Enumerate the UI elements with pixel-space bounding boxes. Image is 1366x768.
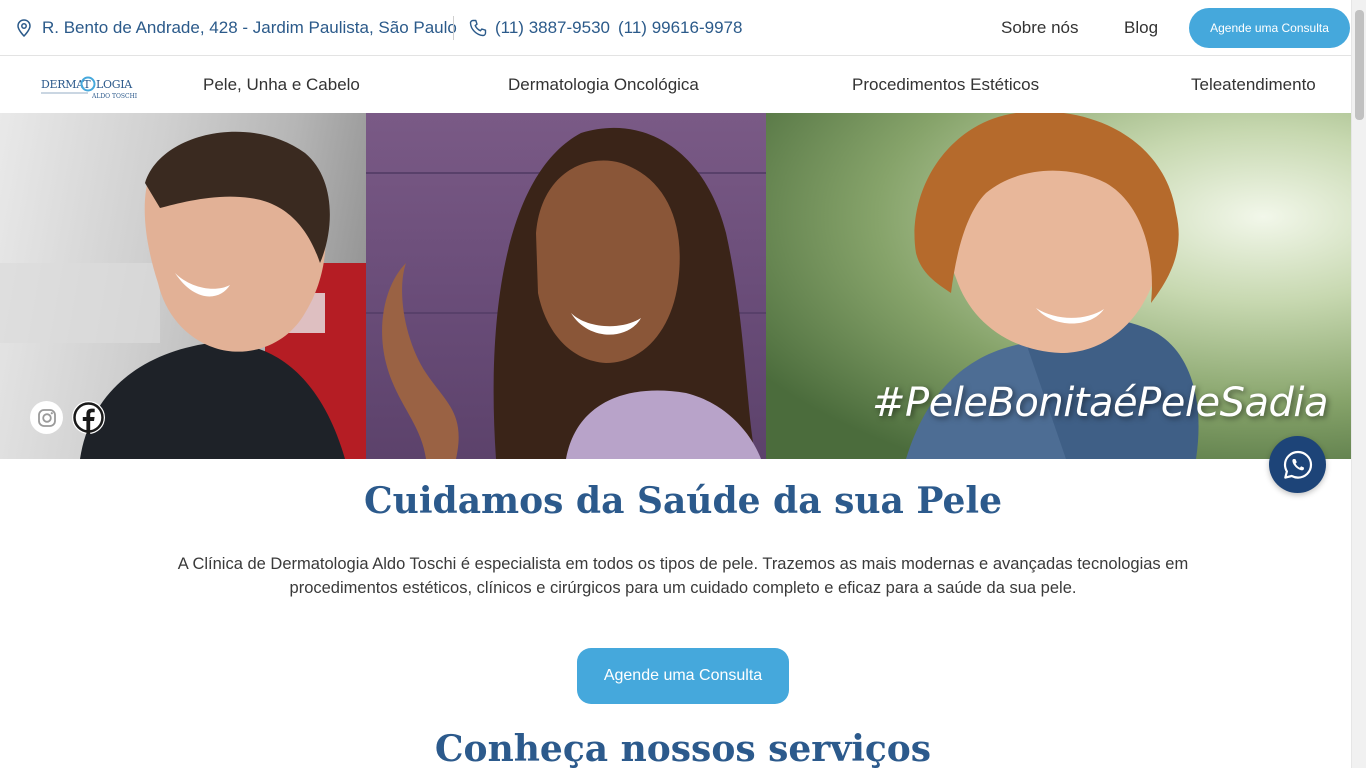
hero-photo-woman-purple-wall [366,113,766,459]
nav-item-telehealth[interactable]: Teleatendimento [1191,57,1316,113]
instagram-link[interactable] [30,401,63,434]
whatsapp-icon [1283,450,1312,479]
facebook-link[interactable] [72,401,105,434]
clinic-logo[interactable]: DERMAT LOGIA ALDO TOSCHI [40,71,138,101]
about-link[interactable]: Sobre nós [1001,0,1079,56]
facebook-icon [73,402,104,434]
page-title: Cuidamos da Saúde da sua Pele [364,480,1002,522]
address-text: R. Bento de Andrade, 428 - Jardim Paulis… [42,18,457,37]
instagram-icon [37,408,56,427]
schedule-button-main[interactable]: Agende uma Consulta [577,648,789,704]
phone-icon [469,19,487,37]
blog-link[interactable]: Blog [1124,0,1158,56]
address-link[interactable]: R. Bento de Andrade, 428 - Jardim Paulis… [16,0,457,56]
nav-item-aesthetic-procedures[interactable]: Procedimentos Estéticos [852,57,1039,113]
svg-text:ALDO TOSCHI: ALDO TOSCHI [91,93,138,100]
services-section-title: Conheça nossos serviços [434,728,932,768]
scrollbar-thumb[interactable] [1355,10,1364,120]
svg-text:LOGIA: LOGIA [96,78,133,91]
location-pin-icon [17,19,31,37]
divider [453,16,454,40]
intro-line-1: A Clínica de Dermatologia Aldo Toschi é … [177,555,1189,573]
phone-2-link[interactable]: (11) 99616-9978 [618,18,742,38]
phone-1-link[interactable]: (11) 3887-9530 [495,18,610,38]
hero-hashtag: #PeleBonitaéPeleSadia [872,380,1329,426]
phone-group: (11) 3887-9530 (11) 99616-9978 [469,0,742,56]
page-scrollbar[interactable] [1351,0,1366,768]
main-nav: DERMAT LOGIA ALDO TOSCHI Pele, Unha e Ca… [0,57,1351,113]
intro-paragraph: A Clínica de Dermatologia Aldo Toschi é … [160,552,1206,600]
nav-item-skin-nails-hair[interactable]: Pele, Unha e Cabelo [203,57,360,113]
intro-line-2: procedimentos estéticos, clínicos e cirú… [289,579,1077,597]
nav-item-oncology[interactable]: Dermatologia Oncológica [508,57,699,113]
top-bar: R. Bento de Andrade, 428 - Jardim Paulis… [0,0,1351,56]
schedule-button-top[interactable]: Agende uma Consulta [1189,8,1350,48]
